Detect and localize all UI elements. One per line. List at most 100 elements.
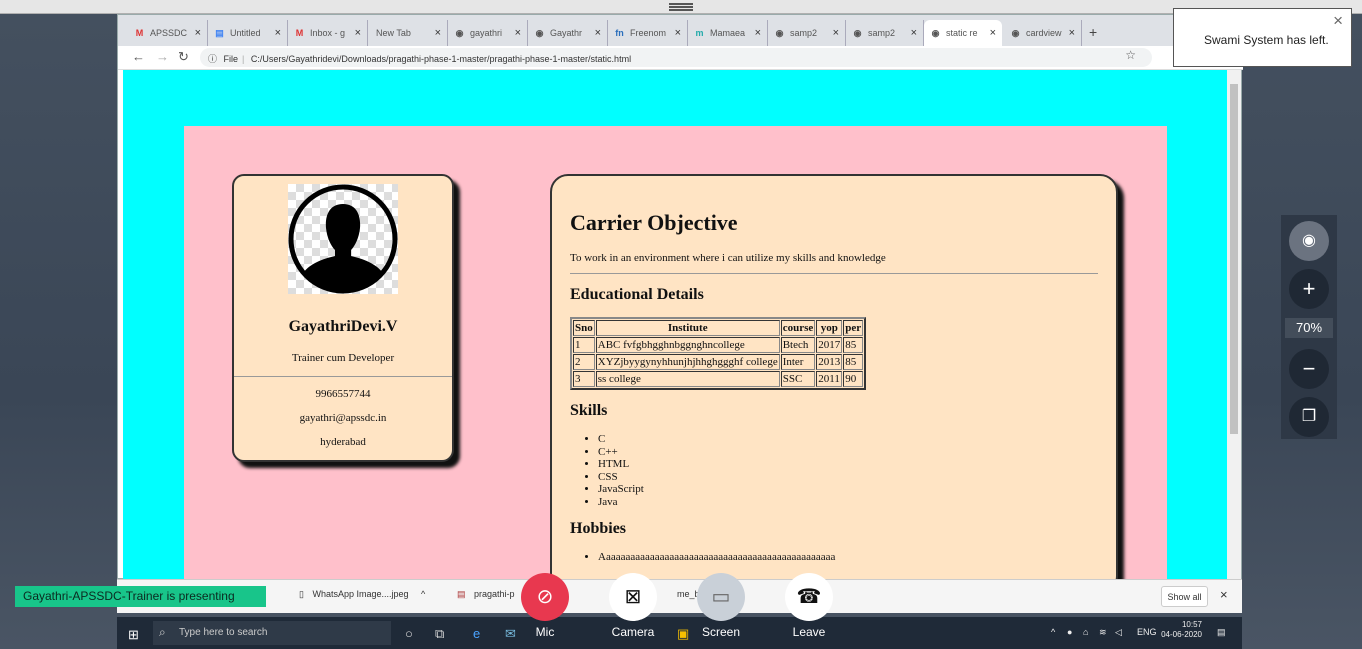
cortana-icon[interactable]: ○ [405, 626, 413, 641]
tab-apssdc[interactable]: M APSSDC × [128, 20, 208, 46]
close-icon[interactable]: × [833, 27, 839, 39]
close-icon[interactable]: × [990, 27, 996, 39]
objective-text: To work in an environment where i can ut… [570, 252, 886, 264]
close-icon[interactable]: × [275, 27, 281, 39]
windows-start-icon[interactable]: ⊞ [128, 627, 139, 643]
close-icon[interactable]: × [435, 27, 441, 39]
tab-label: Mamaea [710, 28, 746, 38]
address-bar: ← → ↻ ⓘ File | C:/Users/Gayathridevi/Down… [118, 46, 1243, 70]
archive-icon: ▤ [457, 589, 466, 599]
tab-untitled[interactable]: ▤ Untitled × [208, 20, 288, 46]
page-scrollbar[interactable] [1227, 70, 1241, 579]
download-item[interactable]: ▤ pragathi-p [457, 589, 515, 600]
tab-strip: M APSSDC × ▤ Untitled × M Inbox - g × New Tab ×… [118, 15, 1243, 46]
url-text: C:/Users/Gayathridevi/Downloads/pragathi… [250, 54, 632, 64]
close-icon[interactable]: × [195, 27, 201, 39]
new-tab-plus-icon[interactable]: + [1089, 24, 1097, 40]
tray-chevron-icon[interactable]: ^ [1051, 627, 1055, 637]
tab-gayathri[interactable]: ◉ gayathri × [448, 20, 528, 46]
forward-arrow-icon[interactable]: → [156, 49, 169, 64]
table-cell: 85 [843, 354, 864, 370]
table-cell: ABC fvfgbhgghnbggnghncollege [595, 337, 780, 353]
close-icon[interactable]: × [595, 27, 601, 39]
reload-icon[interactable]: ↻ [178, 49, 189, 65]
skills-list: C C++ HTML CSS JavaScript Java [570, 433, 1098, 508]
camera-off-icon: ⊠ [624, 586, 642, 608]
tab-label: cardview [1026, 28, 1062, 38]
tab-static-resume[interactable]: ◉ static re × [924, 20, 1002, 46]
list-item: C++ [598, 446, 1098, 459]
close-icon[interactable]: × [355, 27, 361, 39]
divider [234, 376, 452, 377]
download-bar: ▯ WhatsApp Image....jpeg ^ ▤ pragathi-p … [117, 579, 1242, 613]
globe-icon: ◉ [931, 28, 940, 38]
zoom-in-plus-icon[interactable]: + [1289, 269, 1329, 309]
tab-inbox[interactable]: M Inbox - g × [288, 20, 368, 46]
tab-github-gayathri[interactable]: ◉ Gayathr × [528, 20, 608, 46]
taskbar-search-input[interactable]: ⌕ Type here to search [153, 621, 391, 645]
screenshot-camera-icon[interactable]: ◉ [1289, 221, 1329, 261]
mic-button[interactable]: ⊘ [521, 573, 569, 621]
table-cell: 2 [573, 354, 595, 370]
tab-cardview[interactable]: ◉ cardview × [1004, 20, 1082, 46]
freenom-icon: fn [615, 28, 624, 38]
window-drag-handle[interactable] [0, 0, 1362, 14]
table-cell: 2011 [816, 371, 843, 387]
close-icon[interactable]: × [911, 27, 917, 39]
page-viewport: GayathriDevi.V Trainer cum Developer 996… [123, 70, 1227, 579]
volume-icon[interactable]: ◁ [1115, 627, 1122, 638]
education-table: Sno Institute course yop per 1 ABC fvfgb… [570, 317, 867, 390]
close-icon[interactable]: × [515, 27, 521, 39]
tab-freenom[interactable]: fn Freenom × [608, 20, 688, 46]
close-icon[interactable]: × [1069, 27, 1075, 39]
task-view-icon[interactable]: ⧉ [435, 626, 444, 642]
show-all-button[interactable]: Show all [1161, 586, 1208, 607]
scrollbar-thumb[interactable] [1230, 84, 1238, 434]
notifications-icon[interactable]: ▤ [1217, 627, 1226, 638]
screen-share-button[interactable]: ▭ [697, 573, 745, 621]
resume-container: GayathriDevi.V Trainer cum Developer 996… [184, 126, 1167, 579]
column-header: Institute [595, 320, 780, 336]
network-icon[interactable]: ⌂ [1083, 627, 1088, 637]
participant-left-toast: Swami System has left. × [1173, 8, 1352, 67]
zoom-level: 70% [1285, 318, 1333, 338]
gmail-icon: M [295, 28, 304, 38]
table-cell: 90 [843, 371, 864, 387]
language-indicator[interactable]: ENG [1137, 627, 1157, 637]
bookmark-star-icon[interactable]: ☆ [1125, 48, 1136, 62]
tab-samp2[interactable]: ◉ samp2 × [768, 20, 846, 46]
search-icon: ⌕ [159, 625, 166, 639]
clock[interactable]: 10:57 04-06-2020 [1161, 620, 1202, 640]
close-icon[interactable]: × [755, 27, 761, 39]
clock-date: 04-06-2020 [1161, 630, 1202, 639]
list-item: Aaaaaaaaaaaaaaaaaaaaaaaaaaaaaaaaaaaaaaaa… [598, 551, 1098, 564]
tab-mamaea[interactable]: m Mamaea × [688, 20, 768, 46]
close-icon[interactable]: × [675, 27, 681, 39]
globe-icon: ◉ [455, 28, 464, 38]
tab-label: New Tab [376, 28, 411, 38]
download-item[interactable]: ▯ WhatsApp Image....jpeg ^ [299, 589, 425, 600]
profile-card: GayathriDevi.V Trainer cum Developer 996… [232, 174, 454, 462]
tab-label: Freenom [630, 28, 667, 38]
chevron-up-icon[interactable]: ^ [421, 589, 425, 599]
url-input[interactable]: ⓘ File | C:/Users/Gayathridevi/Downloads/… [200, 48, 1152, 67]
close-icon[interactable]: × [1333, 11, 1343, 31]
microphone-tray-icon[interactable]: ● [1067, 627, 1072, 637]
back-arrow-icon[interactable]: ← [132, 49, 145, 64]
wifi-icon[interactable]: ≋ [1099, 627, 1107, 638]
tab-label: gayathri [470, 28, 503, 38]
table-cell: 2013 [816, 354, 843, 370]
table-header-row: Sno Institute course yop per [573, 320, 864, 336]
profile-name: GayathriDevi.V [288, 318, 398, 335]
user-silhouette-icon [288, 184, 398, 294]
edge-icon[interactable]: e [473, 626, 480, 641]
tab-samp2-b[interactable]: ◉ samp2 × [846, 20, 924, 46]
camera-button[interactable]: ⊠ [609, 573, 657, 621]
zoom-out-minus-icon[interactable]: − [1289, 349, 1329, 389]
copy-icon[interactable]: ❐ [1289, 397, 1329, 437]
tab-new-tab[interactable]: New Tab × [368, 20, 448, 46]
leave-label: Leave [792, 625, 826, 639]
clock-time: 10:57 [1181, 620, 1202, 629]
close-icon[interactable]: × [1220, 587, 1228, 602]
leave-button[interactable]: ☎ [785, 573, 833, 621]
